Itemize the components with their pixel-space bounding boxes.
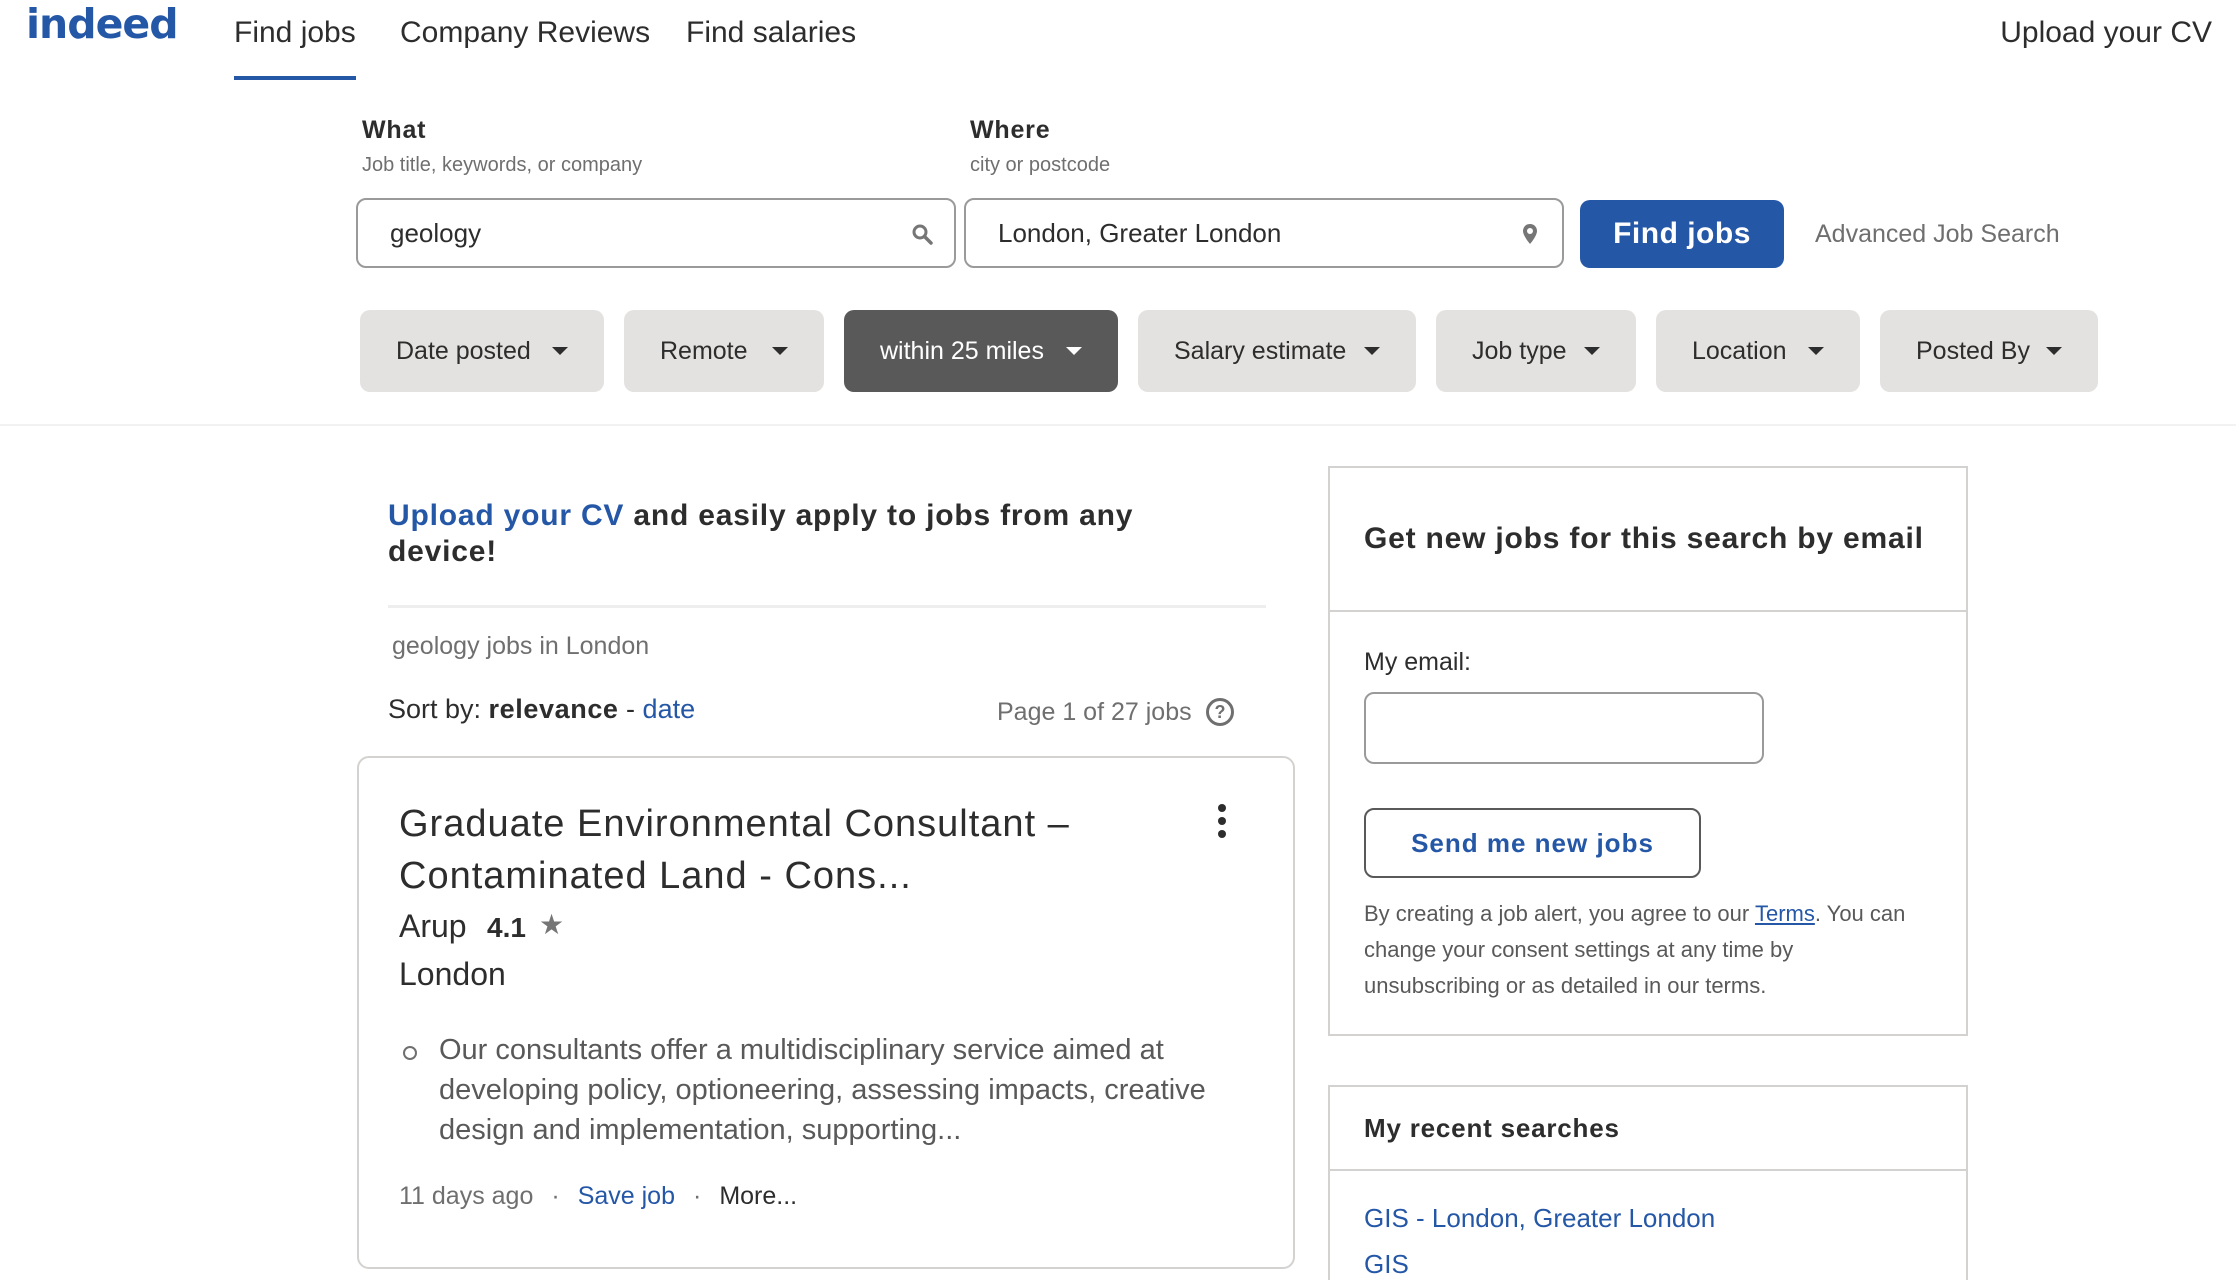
- where-input-value: London, Greater London: [998, 218, 1282, 248]
- caret-down-icon: [1066, 347, 1082, 355]
- promo-upload-cv-link[interactable]: Upload your CV: [388, 499, 624, 532]
- sort-by-date-link[interactable]: date: [643, 694, 696, 724]
- filter-salary-estimate[interactable]: Salary estimate: [1138, 310, 1416, 392]
- email-label: My email:: [1364, 648, 1471, 676]
- star-icon: ★: [539, 909, 565, 940]
- what-hint: Job title, keywords, or company: [362, 154, 643, 176]
- where-input[interactable]: London, Greater London: [964, 198, 1564, 268]
- indeed-logo[interactable]: indeed: [26, 0, 179, 48]
- upload-cv-link[interactable]: Upload your CV: [2000, 0, 2212, 66]
- terms-link[interactable]: Terms: [1755, 901, 1815, 926]
- filter-label: Location: [1692, 337, 1787, 365]
- send-me-new-jobs-button[interactable]: Send me new jobs: [1364, 808, 1701, 878]
- filter-label: Job type: [1472, 337, 1567, 365]
- recent-searches-title: My recent searches: [1364, 1113, 1620, 1143]
- top-nav: indeed Find jobs Company Reviews Find sa…: [0, 0, 2236, 82]
- job-title[interactable]: Graduate Environmental Consultant – Cont…: [399, 798, 1159, 902]
- location-pin-icon: [1523, 224, 1537, 244]
- upload-cv-promo: Upload your CV and easily apply to jobs …: [388, 498, 1248, 570]
- find-jobs-button[interactable]: Find jobs: [1580, 200, 1784, 268]
- caret-down-icon: [1364, 347, 1380, 355]
- recent-search-item[interactable]: GIS - London, Greater London: [1364, 1203, 1715, 1234]
- more-link[interactable]: More...: [719, 1182, 797, 1210]
- job-alert-title: Get new jobs for this search by email: [1364, 522, 1924, 555]
- tab-find-jobs[interactable]: Find jobs: [234, 0, 356, 80]
- logo-text: indeed: [26, 0, 179, 48]
- email-field[interactable]: [1364, 692, 1764, 764]
- sort-separator: -: [618, 694, 643, 724]
- where-hint: city or postcode: [970, 154, 1111, 176]
- results-heading: geology jobs in London: [392, 632, 650, 660]
- separator: ·: [693, 1182, 702, 1210]
- filter-label: Salary estimate: [1174, 337, 1347, 365]
- job-footer: 11 days ago · Save job · More...: [399, 1182, 797, 1211]
- filter-job-type[interactable]: Job type: [1436, 310, 1636, 392]
- where-title: Where: [970, 116, 1051, 144]
- job-alert-panel: Get new jobs for this search by email My…: [1328, 466, 1968, 1036]
- sort-control: Sort by: relevance - date: [388, 694, 695, 725]
- recent-searches-panel: My recent searches GIS - London, Greater…: [1328, 1085, 1968, 1280]
- caret-down-icon: [1584, 347, 1600, 355]
- filter-posted-by[interactable]: Posted By: [1880, 310, 2098, 392]
- page-count: Page 1 of 27 jobs: [997, 698, 1192, 726]
- header-divider: [0, 424, 2236, 426]
- terms-text: By creating a job alert, you agree to ou…: [1364, 901, 1755, 926]
- caret-down-icon: [1808, 347, 1824, 355]
- caret-down-icon: [552, 347, 568, 355]
- posted-date: 11 days ago: [399, 1182, 534, 1210]
- filter-remote[interactable]: Remote: [624, 310, 824, 392]
- alert-divider: [1330, 610, 1966, 612]
- terms-notice: By creating a job alert, you agree to ou…: [1364, 896, 1924, 1004]
- filter-label: Posted By: [1916, 337, 2030, 365]
- job-card[interactable]: Graduate Environmental Consultant – Cont…: [357, 756, 1295, 1269]
- tab-find-salaries[interactable]: Find salaries: [686, 0, 856, 80]
- help-icon[interactable]: ?: [1206, 698, 1234, 726]
- filter-label: within 25 miles: [880, 337, 1044, 365]
- bullet-icon: [403, 1046, 417, 1060]
- recent-search-item[interactable]: GIS: [1364, 1249, 1409, 1280]
- company-name: Arup: [399, 908, 467, 944]
- what-title: What: [362, 116, 427, 144]
- filter-label: Date posted: [396, 337, 531, 365]
- sort-prefix: Sort by:: [388, 694, 489, 724]
- company-rating: 4.1: [487, 912, 526, 943]
- filter-label: Remote: [660, 337, 748, 365]
- save-job-link[interactable]: Save job: [578, 1182, 675, 1210]
- advanced-job-search-link[interactable]: Advanced Job Search: [1815, 200, 2060, 268]
- sort-current: relevance: [488, 694, 619, 724]
- filter-distance[interactable]: within 25 miles: [844, 310, 1118, 392]
- caret-down-icon: [2046, 347, 2062, 355]
- tab-company-reviews[interactable]: Company Reviews: [400, 0, 650, 80]
- job-location: London: [399, 956, 506, 992]
- caret-down-icon: [772, 347, 788, 355]
- search-icon[interactable]: [910, 222, 934, 246]
- promo-divider: [388, 605, 1266, 608]
- recent-divider: [1330, 1169, 1966, 1171]
- filter-date-posted[interactable]: Date posted: [360, 310, 604, 392]
- filter-location[interactable]: Location: [1656, 310, 1860, 392]
- what-input[interactable]: geology: [356, 198, 956, 268]
- separator: ·: [551, 1182, 560, 1210]
- what-input-value: geology: [390, 218, 482, 248]
- more-options-icon[interactable]: [1215, 804, 1229, 844]
- job-snippet: Our consultants offer a multidisciplinar…: [439, 1034, 1206, 1146]
